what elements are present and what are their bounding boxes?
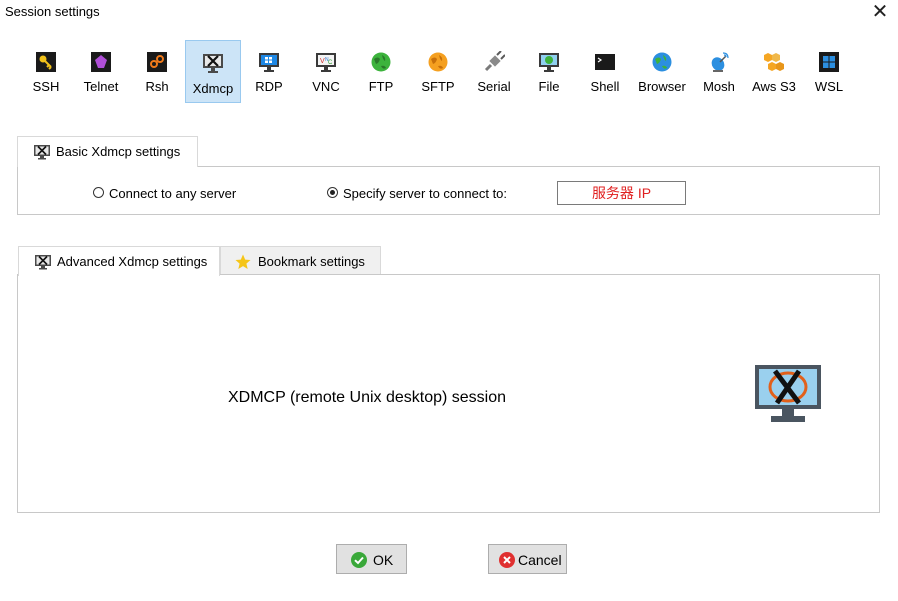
session-type-toolbar: SSH Telnet Rsh Xdmcp RDP V N C VNC FTP S… [20,40,880,104]
session-type-label: VNC [312,79,340,94]
tab-join [19,273,219,275]
radio-circle [327,187,338,198]
svg-text:C: C [328,60,333,66]
session-type-vnc[interactable]: V N C VNC [298,40,354,103]
cancel-button-label: Cancel [518,552,562,568]
rsh-icon [147,52,167,72]
tab-basic-xdmcp-settings[interactable]: Basic Xdmcp settings [17,136,198,167]
session-type-serial[interactable]: Serial [468,40,520,103]
ftp-globe-icon [371,52,391,72]
wsl-windows-icon [819,52,839,72]
key-icon [36,52,56,72]
tab-join [18,165,197,167]
session-type-label: File [538,79,560,94]
xdmcp-monitor-icon [755,365,821,422]
radio-circle [93,187,104,198]
aws-s3-icon [764,53,784,71]
session-type-file[interactable]: File [522,40,576,103]
mosh-satellite-icon [711,52,729,72]
session-type-rsh[interactable]: Rsh [130,40,184,103]
session-type-browser[interactable]: Browser [633,40,691,103]
session-type-label: Telnet [83,79,119,94]
radio-label: Specify server to connect to: [343,186,508,201]
session-type-label: Xdmcp [192,81,234,96]
tab-label: Basic Xdmcp settings [56,144,181,159]
shell-terminal-icon [595,54,615,70]
session-type-label: Rsh [145,79,169,94]
rdp-icon [259,53,279,72]
session-type-label: Browser [638,79,686,94]
cancel-button[interactable]: Cancel [488,544,567,574]
session-type-label: SSH [32,79,60,94]
tab-bookmark-settings[interactable]: Bookmark settings [220,246,381,275]
radio-selected-dot [330,190,335,195]
telnet-icon [91,52,111,72]
cancel-circle-icon [499,552,515,568]
session-type-label: WSL [814,79,844,94]
tab-advanced-xdmcp-settings[interactable]: Advanced Xdmcp settings [18,246,220,276]
sftp-globe-icon [428,52,448,72]
session-type-label: Aws S3 [752,79,796,94]
session-type-mosh[interactable]: Mosh [693,40,745,103]
session-type-label: FTP [368,79,394,94]
tab-label: Bookmark settings [258,254,365,269]
remote-host-input[interactable]: 服务器 IP [557,181,686,205]
session-type-label: Serial [477,79,511,94]
vnc-icon: V N C [316,53,336,72]
browser-globe-icon [652,52,672,72]
session-type-wsl[interactable]: WSL [803,40,855,103]
tab-label: Advanced Xdmcp settings [57,254,208,269]
session-type-xdmcp[interactable]: Xdmcp [185,40,241,103]
ok-button[interactable]: OK [336,544,407,574]
session-type-telnet[interactable]: Telnet [74,40,128,103]
session-type-ftp[interactable]: FTP [355,40,407,103]
radio-label: Connect to any server [109,186,237,201]
ok-button-label: OK [373,552,394,568]
session-type-sftp[interactable]: SFTP [410,40,466,103]
file-globe-icon [539,53,559,72]
session-type-label: Mosh [703,79,735,94]
xdmcp-icon [34,145,50,160]
session-type-rdp[interactable]: RDP [242,40,296,103]
session-description: XDMCP (remote Unix desktop) session [228,389,507,406]
session-type-ssh[interactable]: SSH [20,40,72,103]
star-icon [235,254,251,269]
close-icon[interactable]: ✕ [868,1,892,23]
session-type-label: RDP [255,79,283,94]
title-bar: Session settings ✕ [0,0,898,26]
xdmcp-icon [203,54,223,73]
window-title: Session settings [5,4,100,19]
check-circle-icon [351,552,367,568]
xdmcp-icon [35,255,51,270]
session-type-shell[interactable]: Shell [578,40,632,103]
session-type-label: SFTP [421,79,455,94]
session-type-label: Shell [590,79,620,94]
session-type-aws-s3[interactable]: Aws S3 [746,40,802,103]
serial-plug-icon [484,51,505,72]
